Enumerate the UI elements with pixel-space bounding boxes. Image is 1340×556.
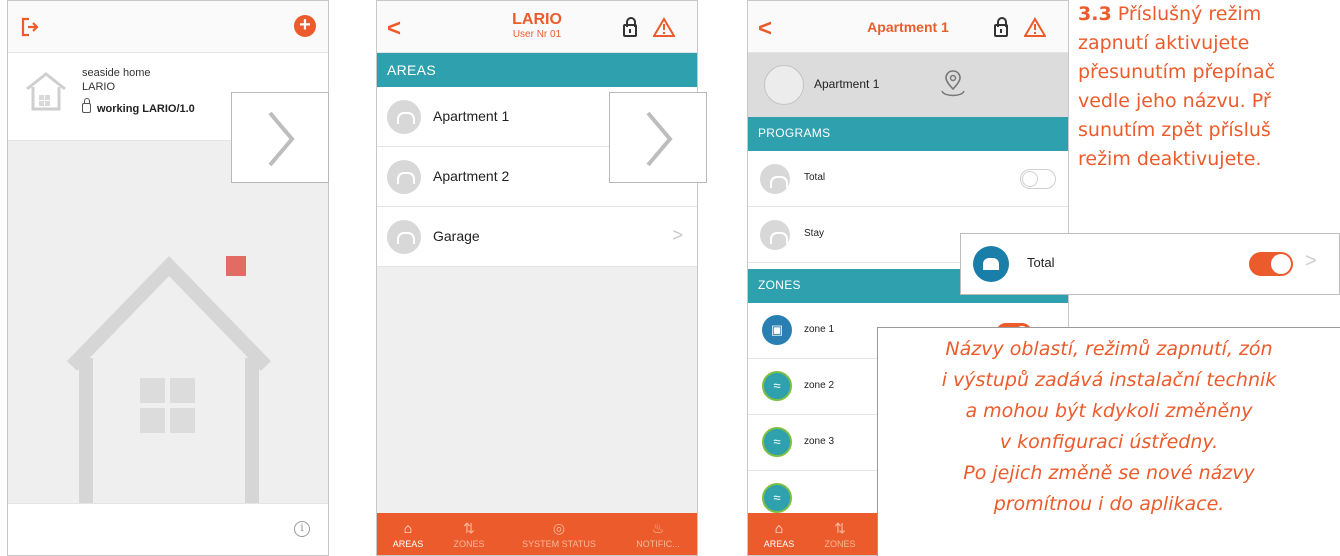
bottom-bar: i bbox=[8, 503, 328, 555]
warning-icon[interactable] bbox=[1024, 17, 1046, 37]
program-label: Stay bbox=[804, 228, 825, 239]
section-header-areas: AREAS bbox=[377, 53, 697, 87]
area-label: Garage bbox=[433, 228, 480, 244]
section-header-programs: PROGRAMS bbox=[748, 117, 1068, 151]
motion-sensor-icon: ≈ bbox=[762, 427, 792, 457]
tab-notifications[interactable]: ♨ NOTIFIC... bbox=[619, 513, 697, 555]
site-status-text: working LARIO/1.0 bbox=[97, 103, 195, 115]
house-icon bbox=[973, 246, 1009, 282]
tab-zones[interactable]: ⇅ ZONES bbox=[439, 513, 499, 555]
info-icon[interactable]: i bbox=[294, 521, 310, 537]
top-bar: < Apartment 1 bbox=[748, 1, 1068, 53]
note-text: Názvy oblastí, režimů zapnutí, zón i výs… bbox=[877, 327, 1340, 556]
site-status: working LARIO/1.0 bbox=[82, 98, 195, 115]
note-line: v konfiguraci ústředny. bbox=[999, 431, 1219, 453]
empty-area bbox=[377, 267, 697, 513]
tab-zones[interactable]: ⇅ ZONES bbox=[810, 513, 870, 555]
page-title: Apartment 1 bbox=[867, 19, 949, 35]
instruction-line: sunutím zpět přísluš bbox=[1078, 119, 1271, 141]
house-icon: ⌂ bbox=[403, 520, 413, 536]
page-title: LARIO bbox=[512, 11, 562, 28]
area-row-3[interactable]: Garage > bbox=[377, 207, 697, 267]
instruction-line-text: Příslušný režim bbox=[1117, 3, 1262, 25]
house-illustration-icon bbox=[66, 255, 272, 511]
chevron-callout bbox=[609, 92, 707, 183]
tab-label: NOTIFIC... bbox=[636, 539, 680, 549]
program-toggle-on[interactable] bbox=[1249, 252, 1293, 276]
area-label: Apartment 1 bbox=[433, 108, 510, 124]
top-bar: < LARIO User Nr 01 bbox=[377, 1, 697, 53]
bell-icon: ♨ bbox=[651, 520, 665, 536]
chevron-right-icon: > bbox=[672, 225, 683, 245]
zone-label: zone 1 bbox=[804, 324, 835, 335]
tab-label: AREAS bbox=[392, 539, 424, 549]
note-line: promítnou i do aplikace. bbox=[993, 493, 1225, 515]
instruction-line: vedle jeho názvu. Př bbox=[1078, 90, 1271, 112]
area-icon bbox=[387, 100, 421, 134]
motion-sensor-icon: ≈ bbox=[762, 483, 792, 513]
house-icon: ⌂ bbox=[774, 520, 784, 536]
zone-label: zone 3 bbox=[804, 436, 835, 447]
note-line: Názvy oblastí, režimů zapnutí, zón bbox=[945, 338, 1273, 360]
logout-icon[interactable] bbox=[20, 17, 40, 37]
chevron-callout bbox=[231, 92, 329, 183]
program-label: Total bbox=[804, 172, 826, 183]
add-site-icon[interactable]: + bbox=[294, 15, 316, 37]
instruction-line: 3.3 Příslušný režim bbox=[1078, 0, 1340, 29]
tab-bar: ⌂ AREAS ⇅ ZONES ◎ SYSTEM STATUS ♨ NOTIFIC... bbox=[377, 513, 697, 555]
motion-sensor-icon: ≈ bbox=[762, 371, 792, 401]
area-label: Apartment 2 bbox=[433, 168, 510, 184]
site-name: seaside home bbox=[82, 67, 151, 79]
note-line: Po jejich změně se nové názvy bbox=[963, 462, 1255, 484]
lock-icon[interactable] bbox=[994, 17, 1008, 37]
chevron-right-icon bbox=[268, 111, 295, 167]
program-toggle[interactable] bbox=[1020, 169, 1056, 189]
warning-icon[interactable] bbox=[653, 17, 675, 37]
step-number: 3.3 bbox=[1078, 3, 1112, 25]
note-line: i výstupů zadává instalační technik bbox=[941, 369, 1277, 391]
zone-label: zone 2 bbox=[804, 380, 835, 391]
house-icon bbox=[26, 72, 66, 111]
tab-areas[interactable]: ⌂ AREAS bbox=[377, 513, 439, 555]
zones-icon: ⇅ bbox=[834, 520, 846, 536]
tab-label: AREAS bbox=[763, 539, 795, 549]
tab-system-status[interactable]: ◎ SYSTEM STATUS bbox=[499, 513, 619, 555]
tab-label: ZONES bbox=[453, 539, 485, 549]
page-subtitle: User Nr 01 bbox=[512, 29, 562, 40]
chevron-right-icon bbox=[646, 111, 673, 167]
chevron-right-icon: > bbox=[1305, 250, 1317, 272]
area-icon bbox=[387, 160, 421, 194]
instruction-line: režim deaktivujete. bbox=[1078, 148, 1262, 170]
camera-icon: ▣ bbox=[762, 315, 792, 345]
area-icon bbox=[387, 220, 421, 254]
program-icon bbox=[760, 164, 790, 194]
note-line: a mohou být kdykoli změněny bbox=[965, 400, 1253, 422]
program-icon bbox=[760, 220, 790, 250]
tab-areas[interactable]: ⌂ AREAS bbox=[748, 513, 810, 555]
phone-screen-areas: < LARIO User Nr 01 AREAS Apartment 1 Apa… bbox=[376, 0, 698, 556]
lock-icon bbox=[82, 98, 91, 113]
area-icon bbox=[764, 65, 804, 105]
top-bar: + bbox=[8, 1, 328, 53]
area-name: Apartment 1 bbox=[814, 77, 880, 91]
status-icon: ◎ bbox=[552, 520, 566, 536]
tab-label: ZONES bbox=[824, 539, 856, 549]
instruction-line: zapnutí aktivujete bbox=[1078, 32, 1250, 54]
instruction-line: přesunutím přepínač bbox=[1078, 61, 1276, 83]
geofence-icon[interactable] bbox=[936, 67, 970, 101]
total-toggle-callout: Total > bbox=[960, 233, 1340, 295]
zones-icon: ⇅ bbox=[463, 520, 475, 536]
instruction-text: 3.3 Příslušný režim zapnutí aktivujete p… bbox=[1074, 0, 1340, 230]
program-label: Total bbox=[1027, 255, 1055, 270]
phone-screen-sites: + seaside home LARIO working LARIO/1.0 i bbox=[7, 0, 329, 556]
lock-icon[interactable] bbox=[623, 17, 637, 37]
area-hero: Apartment 1 bbox=[748, 53, 1068, 117]
program-row-total[interactable]: Total bbox=[748, 151, 1068, 207]
site-panel: LARIO bbox=[82, 81, 116, 93]
toggle-knob bbox=[1022, 171, 1038, 187]
tab-label: SYSTEM STATUS bbox=[522, 539, 596, 549]
